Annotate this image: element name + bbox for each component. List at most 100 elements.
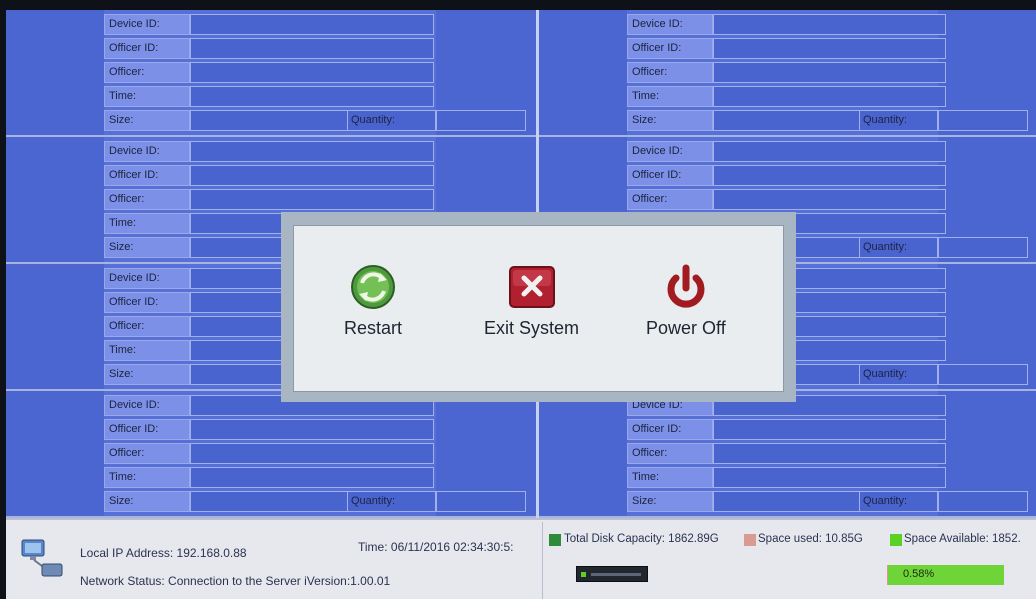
size-value: [190, 491, 348, 512]
device-id-label: Device ID:: [104, 14, 190, 35]
time-label: Time:: [104, 467, 190, 488]
quantity-value: [938, 237, 1028, 258]
officer-value: [713, 443, 946, 464]
officer-row: Officer:: [627, 62, 946, 83]
size-value: [713, 110, 860, 131]
total-disk-swatch: [549, 534, 561, 546]
green-refresh-icon: [351, 265, 396, 309]
screen: Device ID: Officer ID: Officer: Time: Size: Q…: [6, 10, 1036, 599]
officer-id-label: Officer ID:: [627, 419, 713, 440]
officer-value: [713, 189, 946, 210]
red-x-icon: [508, 266, 555, 308]
version-value: 1.00.01: [350, 574, 391, 588]
time-row: Time:: [104, 86, 434, 107]
officer-id-row: Officer ID:: [627, 419, 946, 440]
officer-id-label: Officer ID:: [104, 165, 190, 186]
exit-system-button[interactable]: Exit System: [484, 264, 579, 339]
device-id-label: Device ID:: [627, 14, 713, 35]
time-value: [713, 467, 946, 488]
officer-row: Officer:: [104, 189, 434, 210]
disk-usage-indicator: [576, 566, 648, 582]
device-id-row: Device ID:: [104, 14, 434, 35]
officer-label: Officer:: [104, 443, 190, 464]
time-value: 06/11/2016 02:34:30:5:: [390, 540, 514, 554]
restart-button[interactable]: Restart: [344, 264, 402, 339]
officer-id-value: [713, 38, 946, 59]
time-row: Time:: [104, 467, 434, 488]
officer-id-row: Officer ID:: [627, 165, 946, 186]
system-dialog: Restart Exit System Power Off: [293, 225, 784, 392]
time-row: Time:: [627, 86, 946, 107]
quantity-label: Quantity:: [860, 237, 938, 258]
officer-value: [190, 443, 434, 464]
device-id-value: [713, 141, 946, 162]
device-id-label: Device ID:: [104, 268, 190, 289]
quantity-value: [938, 364, 1028, 385]
network-label: Network Status:: [80, 574, 165, 588]
officer-id-label: Officer ID:: [104, 292, 190, 313]
size-value: [190, 110, 348, 131]
power-off-label: Power Off: [646, 318, 726, 338]
size-value: [713, 491, 860, 512]
time-label: Time:: [104, 86, 190, 107]
panel-side-band: [6, 391, 104, 516]
status-bar: Local IP Address: 192.168.0.88 Time: 06/…: [6, 518, 1036, 599]
officer-id-label: Officer ID:: [104, 38, 190, 59]
officer-label: Officer:: [104, 62, 190, 83]
officer-id-label: Officer ID:: [627, 38, 713, 59]
quantity-label: Quantity:: [860, 491, 938, 512]
officer-value: [190, 62, 434, 83]
quantity-label: Quantity:: [860, 364, 938, 385]
officer-row: Officer:: [104, 62, 434, 83]
size-label: Size:: [104, 491, 190, 512]
time-value: [190, 467, 434, 488]
officer-id-label: Officer ID:: [627, 165, 713, 186]
disk-usage-bar: 0.58%: [887, 565, 1004, 585]
panel-side-band: [6, 10, 104, 135]
quantity-value: [938, 110, 1028, 131]
ip-value: 192.168.0.88: [176, 546, 247, 560]
panel-side-band: [6, 137, 104, 262]
device-id-value: [190, 14, 434, 35]
officer-id-row: Officer ID:: [627, 38, 946, 59]
network-computer-icon: [20, 538, 64, 578]
time-row: Time:: [627, 467, 946, 488]
device-slot-panel: Device ID:Officer ID:Officer:Time:Size:Q…: [539, 391, 1036, 518]
power-off-button[interactable]: Power Off: [646, 264, 726, 339]
exit-system-label: Exit System: [484, 318, 580, 338]
size-label: Size:: [104, 110, 190, 131]
device-id-value: [190, 141, 434, 162]
restart-label: Restart: [344, 318, 403, 338]
panel-side-band: [539, 10, 627, 135]
time-value: [713, 86, 946, 107]
device-slot-panel: Device ID: Officer ID: Officer: Time: Size: Q…: [539, 10, 1036, 137]
device-slot-panel: Device ID:Officer ID:Officer:Time:Size:Q…: [6, 391, 536, 518]
size-row: Size: Quantity:: [627, 110, 1028, 131]
space-available-swatch: [890, 534, 902, 546]
space-used: Space used: 10.85G: [758, 533, 863, 545]
officer-value: [190, 189, 434, 210]
officer-value: [713, 62, 946, 83]
time-label: Time:: [627, 467, 713, 488]
size-label: Size:: [627, 110, 713, 131]
panel-side-band: [6, 264, 104, 389]
device-id-row: Device ID:: [627, 14, 946, 35]
quantity-label: Quantity:: [860, 110, 938, 131]
ip-address: Local IP Address: 192.168.0.88: [80, 546, 247, 560]
device-id-label: Device ID:: [104, 395, 190, 416]
officer-label: Officer:: [627, 189, 713, 210]
officer-id-value: [713, 165, 946, 186]
time-label: Time:: [358, 540, 388, 554]
quantity-value: [938, 491, 1028, 512]
officer-row: Officer:: [627, 443, 946, 464]
time-value: [190, 86, 434, 107]
officer-label: Officer:: [104, 189, 190, 210]
device-id-row: Device ID:: [627, 141, 946, 162]
disk-indicator-stripe: [591, 573, 641, 576]
officer-id-row: Officer ID:: [104, 419, 434, 440]
space-used-swatch: [744, 534, 756, 546]
device-id-label: Device ID:: [627, 141, 713, 162]
officer-label: Officer:: [104, 316, 190, 337]
quantity-value: [436, 491, 526, 512]
size-row: Size: Quantity:: [104, 110, 526, 131]
